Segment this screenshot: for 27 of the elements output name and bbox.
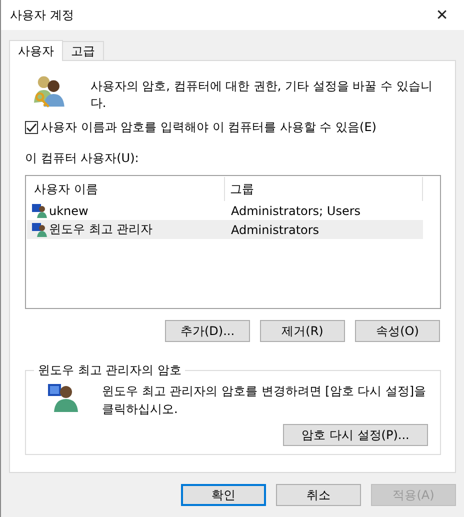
user-name: 윈도우 최고 관리자 (49, 221, 153, 238)
window-title: 사용자 계정 (9, 6, 74, 24)
user-row[interactable]: uknew Administrators; Users (27, 201, 423, 220)
user-row[interactable]: 윈도우 최고 관리자 Administrators (27, 220, 423, 239)
tab[interactable]: 사용자 (9, 40, 63, 61)
group-title: 윈도우 최고 관리자의 암호 (37, 362, 182, 379)
user-computer-icon (32, 203, 47, 218)
tab[interactable]: 고급 (62, 41, 104, 60)
user-computer-icon (46, 382, 78, 412)
checkbox[interactable] (25, 121, 38, 134)
column-header[interactable]: 그룹 (225, 177, 423, 201)
close-button[interactable]: ✕ (420, 0, 464, 30)
list-button[interactable]: 속성(O) (355, 320, 440, 342)
column-header[interactable]: 사용자 이름 (27, 177, 225, 201)
users-label: 이 컴퓨터 사용자(U): (25, 150, 140, 167)
user-group: Administrators; Users (225, 204, 361, 218)
user-name: uknew (49, 204, 88, 218)
group-text: 윈도우 최고 관리자의 암호를 변경하려면 [암호 다시 설정]을 클릭하십시오. (102, 383, 428, 418)
list-button[interactable]: 제거(R) (260, 320, 345, 342)
user-group: Administrators (225, 222, 320, 236)
user-computer-icon (32, 222, 47, 237)
intro-text: 사용자의 암호, 컴퓨터에 대한 권한, 기타 설정을 바꿀 수 있습니다. (90, 78, 434, 112)
dialog-button[interactable]: 취소 (276, 484, 361, 506)
dialog-button[interactable]: 확인 (181, 484, 266, 506)
list-button[interactable]: 추가(D)... (165, 320, 250, 342)
checkbox-label: 사용자 이름과 암호를 입력해야 이 컴퓨터를 사용할 수 있음(E) (41, 119, 376, 136)
reset-password-button[interactable]: 암호 다시 설정(P)... (283, 424, 428, 446)
